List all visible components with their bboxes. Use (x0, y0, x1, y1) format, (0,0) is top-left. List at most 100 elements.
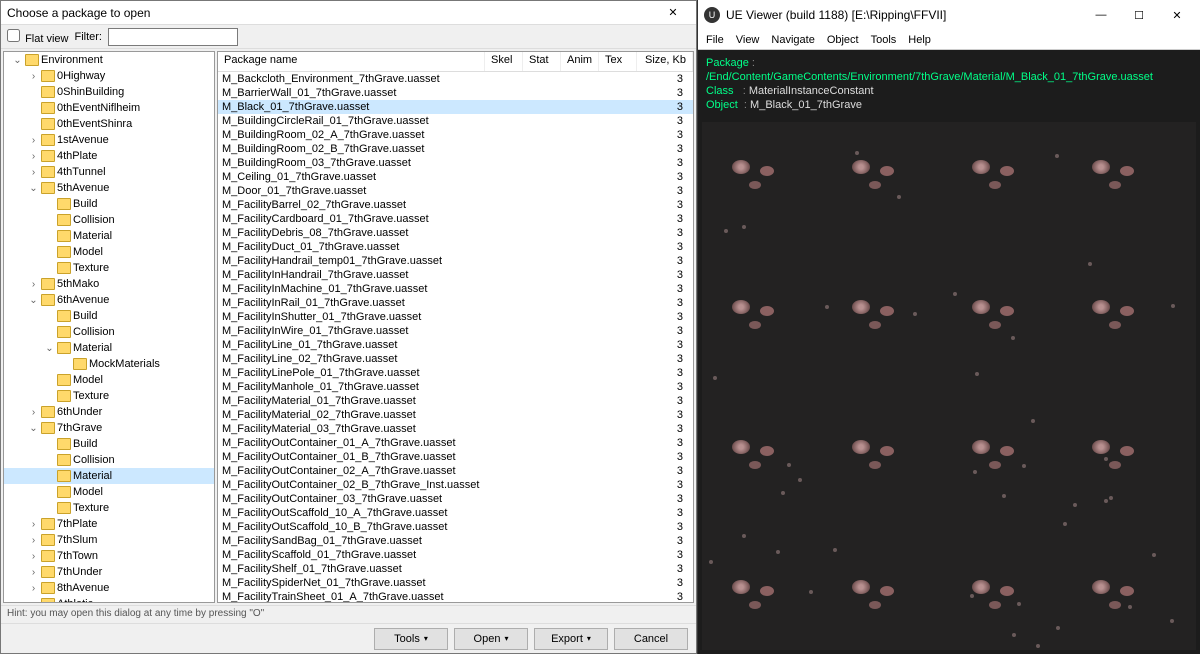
tree-node[interactable]: 0thEventShinra (4, 116, 214, 132)
col-stat[interactable]: Stat (523, 52, 561, 71)
tree-node[interactable]: Collision (4, 452, 214, 468)
list-header[interactable]: Package name Skel Stat Anim Tex Size, Kb (218, 52, 693, 72)
dialog-titlebar[interactable]: Choose a package to open ✕ (1, 1, 696, 25)
tree-node[interactable]: 0thEventNiflheim (4, 100, 214, 116)
menu-navigate[interactable]: Navigate (771, 34, 814, 46)
table-row[interactable]: M_FacilityInWire_01_7thGrave.uasset3 (218, 324, 693, 338)
tree-node[interactable]: Texture (4, 500, 214, 516)
cancel-button[interactable]: Cancel (614, 628, 688, 650)
tree-node[interactable]: Material (4, 228, 214, 244)
tree-node[interactable]: Build (4, 436, 214, 452)
tree-node[interactable]: ⌄Material (4, 340, 214, 356)
table-row[interactable]: M_Backcloth_Environment_7thGrave.uasset3 (218, 72, 693, 86)
table-row[interactable]: M_Black_01_7thGrave.uasset3 (218, 100, 693, 114)
tree-node[interactable]: Build (4, 196, 214, 212)
table-row[interactable]: M_BuildingCircleRail_01_7thGrave.uasset3 (218, 114, 693, 128)
table-row[interactable]: M_FacilityOutContainer_02_B_7thGrave_Ins… (218, 478, 693, 492)
flat-view-checkbox[interactable]: Flat view (7, 29, 68, 45)
table-row[interactable]: M_FacilityMaterial_02_7thGrave.uasset3 (218, 408, 693, 422)
menu-view[interactable]: View (736, 34, 760, 46)
table-row[interactable]: M_FacilityLine_02_7thGrave.uasset3 (218, 352, 693, 366)
tree-node[interactable]: MockMaterials (4, 356, 214, 372)
table-row[interactable]: M_FacilityOutContainer_03_7thGrave.uasse… (218, 492, 693, 506)
tree-node[interactable]: Model (4, 484, 214, 500)
tree-node[interactable]: ⌄5thAvenue (4, 180, 214, 196)
open-button[interactable]: Open▾ (454, 628, 528, 650)
tree-node[interactable]: ›8thAvenue (4, 580, 214, 596)
viewer-titlebar[interactable]: U UE Viewer (build 1188) [E:\Ripping\FFV… (698, 0, 1200, 30)
table-row[interactable]: M_FacilityOutScaffold_10_B_7thGrave.uass… (218, 520, 693, 534)
table-row[interactable]: M_FacilityDuct_01_7thGrave.uasset3 (218, 240, 693, 254)
tree-node[interactable]: 0ShinBuilding (4, 84, 214, 100)
viewer-menubar[interactable]: File View Navigate Object Tools Help (698, 30, 1200, 50)
table-row[interactable]: M_BuildingRoom_03_7thGrave.uasset3 (218, 156, 693, 170)
table-row[interactable]: M_FacilityMaterial_01_7thGrave.uasset3 (218, 394, 693, 408)
menu-help[interactable]: Help (908, 34, 931, 46)
tree-node[interactable]: ⌄7thGrave (4, 420, 214, 436)
table-row[interactable]: M_FacilityInRail_01_7thGrave.uasset3 (218, 296, 693, 310)
close-window-icon[interactable]: ✕ (1158, 3, 1196, 27)
tree-node[interactable]: Model (4, 244, 214, 260)
tree-node[interactable]: ⌄Environment (4, 52, 214, 68)
tree-node[interactable]: ›7thSlum (4, 532, 214, 548)
table-row[interactable]: M_FacilityHandrail_temp01_7thGrave.uasse… (218, 254, 693, 268)
table-row[interactable]: M_FacilityShelf_01_7thGrave.uasset3 (218, 562, 693, 576)
table-row[interactable]: M_BarrierWall_01_7thGrave.uasset3 (218, 86, 693, 100)
table-row[interactable]: M_FacilityLinePole_01_7thGrave.uasset3 (218, 366, 693, 380)
tree-node[interactable]: ›7thTown (4, 548, 214, 564)
table-row[interactable]: M_FacilityMaterial_03_7thGrave.uasset3 (218, 422, 693, 436)
table-row[interactable]: M_BuildingRoom_02_B_7thGrave.uasset3 (218, 142, 693, 156)
tree-node[interactable]: ›5thMako (4, 276, 214, 292)
tree-node[interactable]: Material (4, 468, 214, 484)
table-row[interactable]: M_FacilityInShutter_01_7thGrave.uasset3 (218, 310, 693, 324)
package-list[interactable]: M_Backcloth_Environment_7thGrave.uasset3… (218, 72, 693, 602)
table-row[interactable]: M_FacilityInMachine_01_7thGrave.uasset3 (218, 282, 693, 296)
tree-node[interactable]: Model (4, 372, 214, 388)
col-size[interactable]: Size, Kb (637, 52, 693, 71)
viewer-canvas[interactable] (702, 122, 1196, 650)
table-row[interactable]: M_FacilityOutContainer_01_B_7thGrave.uas… (218, 450, 693, 464)
tree-node[interactable]: ›6thUnder (4, 404, 214, 420)
filter-input[interactable] (108, 28, 238, 46)
table-row[interactable]: M_FacilityLine_01_7thGrave.uasset3 (218, 338, 693, 352)
menu-tools[interactable]: Tools (871, 34, 897, 46)
tree-node[interactable]: ›7thUnder (4, 564, 214, 580)
tree-node[interactable]: ›4thTunnel (4, 164, 214, 180)
tree-node[interactable]: Texture (4, 260, 214, 276)
tree-node[interactable]: ›0Highway (4, 68, 214, 84)
table-row[interactable]: M_FacilityOutContainer_01_A_7thGrave.uas… (218, 436, 693, 450)
tree-node[interactable]: ⌄6thAvenue (4, 292, 214, 308)
table-row[interactable]: M_FacilityDebris_08_7thGrave.uasset3 (218, 226, 693, 240)
menu-file[interactable]: File (706, 34, 724, 46)
table-row[interactable]: M_FacilitySpiderNet_01_7thGrave.uasset3 (218, 576, 693, 590)
maximize-icon[interactable]: ☐ (1120, 3, 1158, 27)
table-row[interactable]: M_FacilityInHandrail_7thGrave.uasset3 (218, 268, 693, 282)
menu-object[interactable]: Object (827, 34, 859, 46)
table-row[interactable]: M_FacilityManhole_01_7thGrave.uasset3 (218, 380, 693, 394)
tools-button[interactable]: Tools▾ (374, 628, 448, 650)
folder-tree[interactable]: ⌄Environment›0Highway0ShinBuilding0thEve… (3, 51, 215, 603)
table-row[interactable]: M_FacilityOutScaffold_10_A_7thGrave.uass… (218, 506, 693, 520)
tree-node[interactable]: Texture (4, 388, 214, 404)
table-row[interactable]: M_Door_01_7thGrave.uasset3 (218, 184, 693, 198)
table-row[interactable]: M_FacilityCardboard_01_7thGrave.uasset3 (218, 212, 693, 226)
col-anim[interactable]: Anim (561, 52, 599, 71)
tree-node[interactable]: Collision (4, 324, 214, 340)
tree-node[interactable]: ›1stAvenue (4, 132, 214, 148)
table-row[interactable]: M_FacilitySandBag_01_7thGrave.uasset3 (218, 534, 693, 548)
tree-node[interactable]: ›7thPlate (4, 516, 214, 532)
table-row[interactable]: M_FacilityTrainSheet_01_A_7thGrave.uasse… (218, 590, 693, 602)
col-tex[interactable]: Tex (599, 52, 637, 71)
table-row[interactable]: M_FacilityBarrel_02_7thGrave.uasset3 (218, 198, 693, 212)
col-name[interactable]: Package name (218, 52, 485, 71)
tree-node[interactable]: Athletic (4, 596, 214, 603)
table-row[interactable]: M_Ceiling_01_7thGrave.uasset3 (218, 170, 693, 184)
col-skel[interactable]: Skel (485, 52, 523, 71)
close-icon[interactable]: ✕ (656, 3, 690, 23)
export-button[interactable]: Export▾ (534, 628, 608, 650)
table-row[interactable]: M_BuildingRoom_02_A_7thGrave.uasset3 (218, 128, 693, 142)
tree-node[interactable]: ›4thPlate (4, 148, 214, 164)
tree-node[interactable]: Collision (4, 212, 214, 228)
table-row[interactable]: M_FacilityOutContainer_02_A_7thGrave.uas… (218, 464, 693, 478)
table-row[interactable]: M_FacilityScaffold_01_7thGrave.uasset3 (218, 548, 693, 562)
